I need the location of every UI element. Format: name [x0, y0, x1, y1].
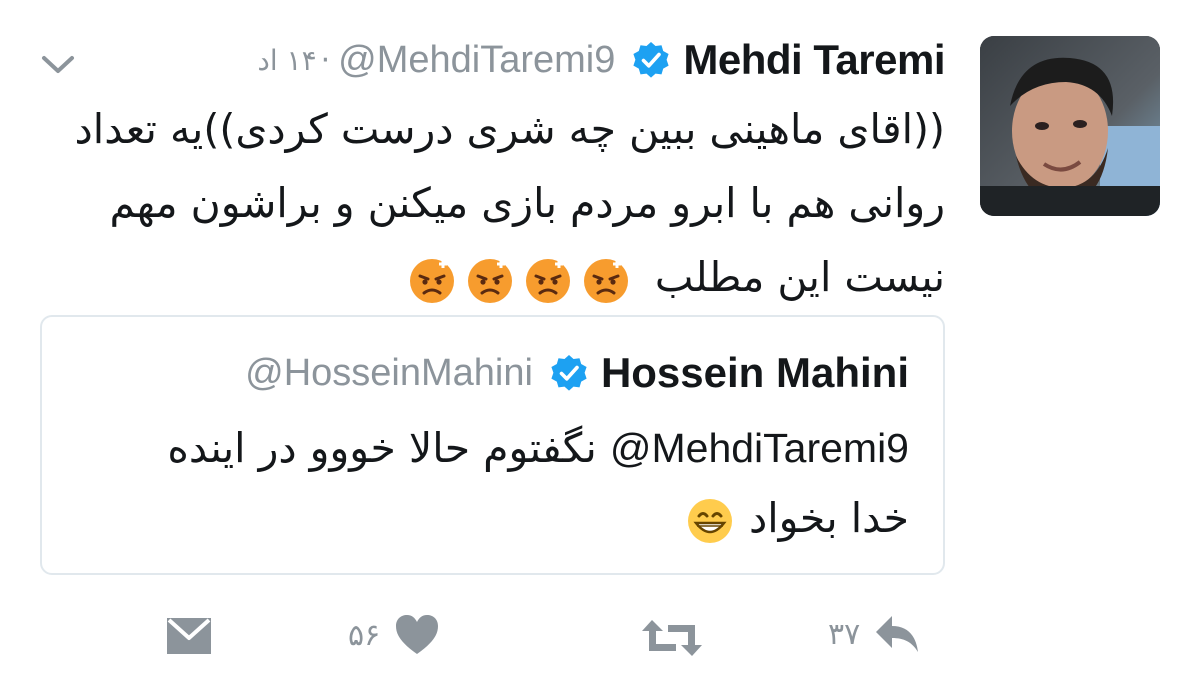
- like-count: ۵۶: [348, 617, 381, 653]
- author-handle[interactable]: @MehdiTaremi9: [338, 39, 615, 82]
- tweet-date[interactable]: ۱۴ اد: [257, 44, 316, 77]
- grinning-face-emoji: [687, 499, 732, 543]
- tweet-header: Mehdi Taremi @MehdiTaremi9 · ۱۴ اد: [257, 34, 945, 86]
- quoted-author-handle[interactable]: @HosseinMahini: [245, 352, 533, 395]
- retweet-icon: [642, 620, 702, 656]
- quoted-mention[interactable]: @MehdiTaremi9: [610, 425, 909, 471]
- quoted-tweet-text: @MehdiTaremi9 نگفتوم حالا خووو در اینده …: [109, 413, 909, 553]
- author-display-name[interactable]: Mehdi Taremi: [683, 36, 945, 84]
- quoted-tweet-header: Hossein Mahini @HosseinMahini: [245, 345, 909, 401]
- angry-face-emoji: [583, 259, 628, 303]
- tweet-text: ((اقای ماهینی ببین چه شری درست کردی))یه …: [40, 92, 945, 314]
- verified-badge-icon: [633, 42, 669, 78]
- separator-dot: ·: [320, 42, 331, 78]
- reply-count: ۳۷: [828, 616, 861, 652]
- emoji-group: [406, 254, 632, 306]
- envelope-icon: [167, 618, 211, 654]
- tweet-actions: ۵۶ ۳۷: [0, 608, 1200, 668]
- angry-face-emoji: [409, 259, 454, 303]
- quoted-author-display-name[interactable]: Hossein Mahini: [601, 349, 909, 397]
- avatar-image: [980, 36, 1160, 216]
- angry-face-emoji: [525, 259, 570, 303]
- tweet: Mehdi Taremi @MehdiTaremi9 · ۱۴ اد ((اقا…: [0, 0, 1200, 687]
- reply-button[interactable]: ۳۷: [828, 614, 920, 654]
- reply-icon: [876, 616, 919, 652]
- chevron-down-icon[interactable]: [40, 50, 76, 78]
- verified-badge-icon: [551, 355, 587, 391]
- retweet-button[interactable]: [640, 618, 704, 658]
- direct-message-button[interactable]: [165, 616, 213, 656]
- heart-icon: [396, 615, 439, 654]
- like-button[interactable]: ۵۶: [348, 614, 440, 656]
- angry-face-emoji: [467, 259, 512, 303]
- avatar[interactable]: [980, 36, 1160, 216]
- quoted-tweet[interactable]: Hossein Mahini @HosseinMahini @MehdiTare…: [40, 315, 945, 575]
